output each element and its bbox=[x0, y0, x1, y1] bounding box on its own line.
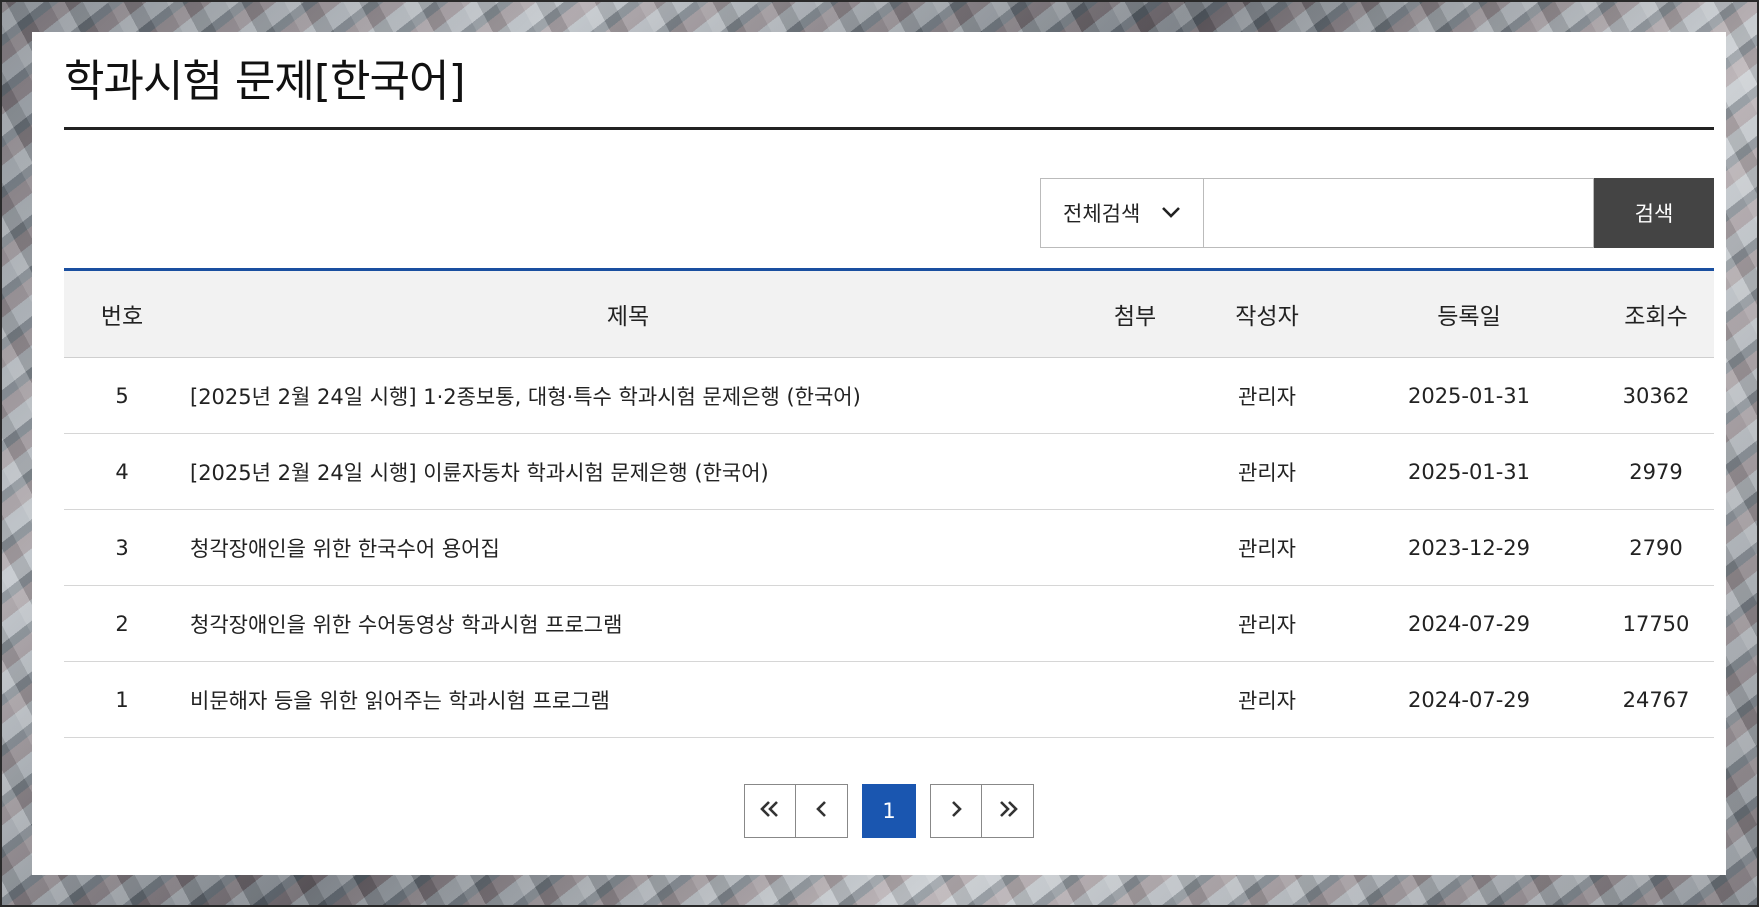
row-number: 2 bbox=[64, 585, 180, 662]
double-chevron-left-icon bbox=[758, 797, 782, 825]
board-panel: 학과시험 문제[한국어] 전체검색 검색 번호 제목 첨부 작성자 등록일 조회… bbox=[32, 32, 1726, 875]
row-attachment bbox=[1076, 357, 1194, 434]
row-attachment bbox=[1076, 661, 1194, 738]
pagination-prev-group bbox=[744, 784, 848, 838]
board-table: 번호 제목 첨부 작성자 등록일 조회수 5 [2025년 2월 24일 시행]… bbox=[64, 268, 1714, 738]
row-date: 2023-12-29 bbox=[1340, 509, 1598, 586]
board-content: 학과시험 문제[한국어] 전체검색 검색 번호 제목 첨부 작성자 등록일 조회… bbox=[64, 32, 1714, 838]
row-date: 2025-01-31 bbox=[1340, 357, 1598, 434]
header-title: 제목 bbox=[180, 269, 1076, 358]
first-page-button[interactable] bbox=[744, 784, 796, 838]
prev-page-button[interactable] bbox=[796, 784, 848, 838]
table-row: 4 [2025년 2월 24일 시행] 이륜자동차 학과시험 문제은행 (한국어… bbox=[64, 433, 1714, 510]
row-attachment bbox=[1076, 509, 1194, 586]
page-title: 학과시험 문제[한국어] bbox=[64, 32, 1714, 130]
table-header-row: 번호 제목 첨부 작성자 등록일 조회수 bbox=[64, 269, 1714, 358]
row-title-link[interactable]: [2025년 2월 24일 시행] 1·2종보통, 대형·특수 학과시험 문제은… bbox=[180, 357, 1076, 434]
row-number: 3 bbox=[64, 509, 180, 586]
row-title-link[interactable]: [2025년 2월 24일 시행] 이륜자동차 학과시험 문제은행 (한국어) bbox=[180, 433, 1076, 510]
row-views: 30362 bbox=[1598, 357, 1714, 434]
search-scope-select[interactable]: 전체검색 bbox=[1040, 178, 1204, 248]
header-attachment: 첨부 bbox=[1076, 269, 1194, 358]
header-writer: 작성자 bbox=[1194, 269, 1340, 358]
search-button[interactable]: 검색 bbox=[1594, 178, 1714, 248]
row-date: 2024-07-29 bbox=[1340, 585, 1598, 662]
table-row: 5 [2025년 2월 24일 시행] 1·2종보통, 대형·특수 학과시험 문… bbox=[64, 357, 1714, 434]
table-row: 3 청각장애인을 위한 한국수어 용어집 관리자 2023-12-29 2790 bbox=[64, 509, 1714, 586]
row-title-link[interactable]: 비문해자 등을 위한 읽어주는 학과시험 프로그램 bbox=[180, 661, 1076, 738]
row-views: 2979 bbox=[1598, 433, 1714, 510]
row-number: 1 bbox=[64, 661, 180, 738]
search-input[interactable] bbox=[1204, 178, 1594, 248]
row-attachment bbox=[1076, 585, 1194, 662]
chevron-right-icon bbox=[948, 797, 964, 825]
row-attachment bbox=[1076, 433, 1194, 510]
chevron-left-icon bbox=[814, 797, 830, 825]
row-views: 17750 bbox=[1598, 585, 1714, 662]
row-views: 24767 bbox=[1598, 661, 1714, 738]
chevron-down-icon bbox=[1161, 201, 1181, 225]
search-scope-label: 전체검색 bbox=[1063, 202, 1141, 226]
row-views: 2790 bbox=[1598, 509, 1714, 586]
last-page-button[interactable] bbox=[982, 784, 1034, 838]
double-chevron-right-icon bbox=[996, 797, 1020, 825]
header-number: 번호 bbox=[64, 269, 180, 358]
table-row: 2 청각장애인을 위한 수어동영상 학과시험 프로그램 관리자 2024-07-… bbox=[64, 585, 1714, 662]
table-row: 1 비문해자 등을 위한 읽어주는 학과시험 프로그램 관리자 2024-07-… bbox=[64, 661, 1714, 738]
row-title-link[interactable]: 청각장애인을 위한 수어동영상 학과시험 프로그램 bbox=[180, 585, 1076, 662]
pagination: 1 bbox=[64, 784, 1714, 838]
row-number: 5 bbox=[64, 357, 180, 434]
search-bar: 전체검색 검색 bbox=[1040, 178, 1714, 248]
row-title-link[interactable]: 청각장애인을 위한 한국수어 용어집 bbox=[180, 509, 1076, 586]
row-writer: 관리자 bbox=[1194, 433, 1340, 510]
row-writer: 관리자 bbox=[1194, 509, 1340, 586]
next-page-button[interactable] bbox=[930, 784, 982, 838]
row-date: 2024-07-29 bbox=[1340, 661, 1598, 738]
row-writer: 관리자 bbox=[1194, 357, 1340, 434]
row-writer: 관리자 bbox=[1194, 585, 1340, 662]
row-writer: 관리자 bbox=[1194, 661, 1340, 738]
row-number: 4 bbox=[64, 433, 180, 510]
row-date: 2025-01-31 bbox=[1340, 433, 1598, 510]
pagination-next-group bbox=[930, 784, 1034, 838]
header-views: 조회수 bbox=[1598, 269, 1714, 358]
header-date: 등록일 bbox=[1340, 269, 1598, 358]
page-number-current[interactable]: 1 bbox=[862, 784, 916, 838]
